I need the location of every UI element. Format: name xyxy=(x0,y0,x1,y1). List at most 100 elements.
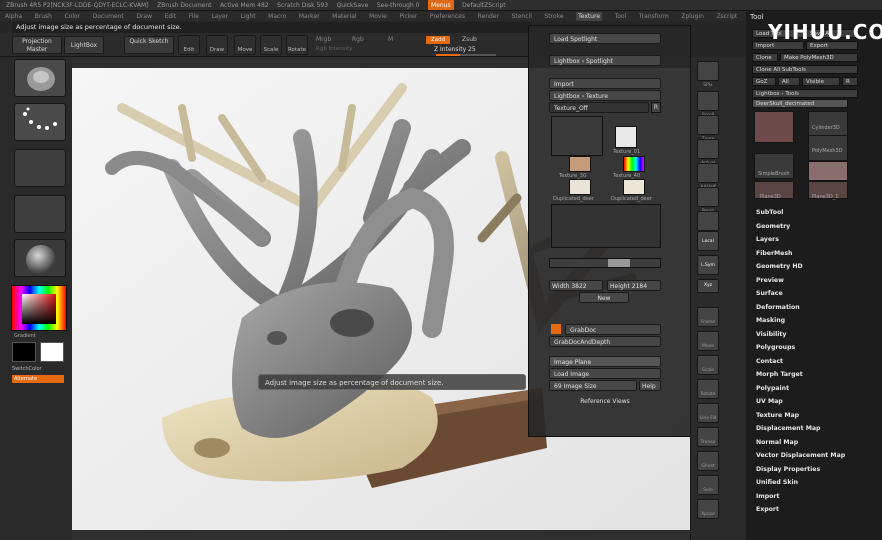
scale-button[interactable]: Scale xyxy=(260,35,282,55)
menu-file[interactable]: File xyxy=(189,12,199,21)
goz-all-button[interactable]: All xyxy=(778,77,800,86)
texture-map-menu[interactable]: Texture Map xyxy=(756,412,799,419)
goz-button[interactable]: GoZ xyxy=(752,77,776,86)
fibermesh-menu[interactable]: FiberMesh xyxy=(756,250,792,257)
texture-tile-deer-a[interactable] xyxy=(569,179,591,195)
lightbox-tools-button[interactable]: Lightbox › Tools xyxy=(752,89,858,98)
projection-master-button[interactable]: Projection Master xyxy=(12,36,62,54)
texture-tile-01[interactable] xyxy=(615,126,637,148)
menu-render[interactable]: Render xyxy=(478,12,499,21)
z-intensity-slider[interactable]: Z Intensity 25 xyxy=(434,46,476,53)
current-tool-selector[interactable]: DeerSkull_decimated xyxy=(752,99,848,108)
menu-transform[interactable]: Transform xyxy=(639,12,669,21)
default-zscript-button[interactable]: DefaultZScript xyxy=(462,0,505,10)
aahalf-button[interactable] xyxy=(697,163,719,183)
m-toggle[interactable]: M xyxy=(388,36,393,43)
visibility-menu[interactable]: Visibility xyxy=(756,331,786,338)
menu-layer[interactable]: Layer xyxy=(211,12,228,21)
texture-import-button[interactable]: Import xyxy=(549,78,661,89)
clone-button[interactable]: Clone xyxy=(752,53,778,62)
floor-button[interactable] xyxy=(697,211,719,231)
panel-slider-thumb[interactable] xyxy=(608,259,630,267)
menus-button[interactable]: Menus xyxy=(428,0,454,10)
tool-tile-deerskull-2[interactable] xyxy=(808,161,848,181)
menu-marker[interactable]: Marker xyxy=(299,12,320,21)
menu-document[interactable]: Document xyxy=(93,12,124,21)
alpha-thumbnail[interactable] xyxy=(14,149,66,187)
zoom-button[interactable] xyxy=(697,115,719,135)
reference-views-button[interactable]: Reference Views xyxy=(549,396,661,407)
quicksave-button[interactable]: QuickSave xyxy=(337,0,369,10)
scroll-button[interactable] xyxy=(697,91,719,111)
help-button[interactable]: Help xyxy=(639,380,661,391)
width-field[interactable]: Width 3822 xyxy=(549,280,603,291)
move-button[interactable]: Move xyxy=(234,35,256,55)
unified-skin-menu[interactable]: Unified Skin xyxy=(756,479,798,486)
texture-tile-deer-b[interactable] xyxy=(623,179,645,195)
menu-draw[interactable]: Draw xyxy=(136,12,152,21)
grabdoc-button[interactable]: GrabDoc xyxy=(565,324,661,335)
deformation-menu[interactable]: Deformation xyxy=(756,304,800,311)
zsub-toggle[interactable]: Zsub xyxy=(462,36,477,43)
persp-button[interactable] xyxy=(697,187,719,207)
edit-button[interactable]: Edit xyxy=(178,35,200,55)
panel-slider[interactable] xyxy=(549,258,661,268)
display-properties-menu[interactable]: Display Properties xyxy=(756,466,820,473)
menu-stroke[interactable]: Stroke xyxy=(544,12,563,21)
menu-movie[interactable]: Movie xyxy=(369,12,387,21)
import-menu[interactable]: Import xyxy=(756,493,779,500)
lightbox-button[interactable]: LightBox xyxy=(64,36,104,54)
texture-tile-25[interactable] xyxy=(623,156,645,172)
preview-menu[interactable]: Preview xyxy=(756,277,784,284)
rgb-toggle[interactable]: Rgb xyxy=(352,36,364,43)
rotate-button[interactable]: Rotate xyxy=(286,35,308,55)
grabdoc-depth-button[interactable]: GrabDocAndDepth xyxy=(549,336,661,347)
load-image-button[interactable]: Load Image xyxy=(549,368,661,379)
subtool-menu[interactable]: SubTool xyxy=(756,209,783,216)
surface-menu[interactable]: Surface xyxy=(756,290,783,297)
menu-zplugin[interactable]: Zplugin xyxy=(681,12,704,21)
texture-tile-30[interactable] xyxy=(569,156,591,172)
uv-map-menu[interactable]: UV Map xyxy=(756,398,783,405)
spix-button[interactable] xyxy=(697,61,719,81)
color-picker[interactable] xyxy=(11,285,67,331)
tool-tile-deerskull[interactable] xyxy=(754,111,794,143)
menu-material[interactable]: Material xyxy=(332,12,356,21)
menu-tool[interactable]: Tool xyxy=(615,12,627,21)
polygroups-menu[interactable]: Polygroups xyxy=(756,344,795,351)
menu-preferences[interactable]: Preferences xyxy=(430,12,465,21)
morph-target-menu[interactable]: Morph Target xyxy=(756,371,803,378)
tool-tile-cylinder3d[interactable] xyxy=(808,111,848,137)
clone-all-subtools-button[interactable]: Clone All SubTools xyxy=(752,65,858,74)
zadd-toggle[interactable]: Zadd xyxy=(426,36,450,44)
image-plane-header[interactable]: Image Plane xyxy=(549,356,661,367)
geometry-hd-menu[interactable]: Geometry HD xyxy=(756,263,803,270)
brush-thumbnail[interactable] xyxy=(14,59,66,97)
seethrough-slider[interactable]: See-through 0 xyxy=(377,0,420,10)
menu-macro[interactable]: Macro xyxy=(268,12,286,21)
mrgb-toggle[interactable]: Mrgb xyxy=(316,36,331,43)
height-field[interactable]: Height 2184 xyxy=(607,280,661,291)
main-color-swatch[interactable] xyxy=(12,342,36,362)
texture-off-selector[interactable]: Texture_Off xyxy=(549,102,649,113)
menu-picker[interactable]: Picker xyxy=(399,12,417,21)
geometry-menu[interactable]: Geometry xyxy=(756,223,790,230)
normal-map-menu[interactable]: Normal Map xyxy=(756,439,798,446)
lightbox-spotlight-button[interactable]: Lightbox › Spotlight xyxy=(549,55,661,66)
lightbox-texture-button[interactable]: Lightbox › Texture xyxy=(549,90,661,101)
contact-menu[interactable]: Contact xyxy=(756,358,783,365)
menu-light[interactable]: Light xyxy=(241,12,256,21)
make-polymesh-button[interactable]: Make PolyMesh3D xyxy=(780,53,858,62)
material-thumbnail[interactable] xyxy=(14,239,66,277)
goz-r-button[interactable]: R xyxy=(842,77,858,86)
menu-edit[interactable]: Edit xyxy=(165,12,177,21)
menu-zscript[interactable]: Zscript xyxy=(716,12,737,21)
stroke-thumbnail[interactable] xyxy=(14,103,66,141)
export-menu[interactable]: Export xyxy=(756,506,779,513)
rgb-intensity-slider[interactable]: Rgb Intensity xyxy=(316,46,353,52)
alternate-button[interactable]: Alternate xyxy=(12,375,64,383)
displacement-map-menu[interactable]: Displacement Map xyxy=(756,425,820,432)
texture-thumbnail[interactable] xyxy=(14,195,66,233)
switch-color-button[interactable]: SwitchColor xyxy=(12,366,42,372)
secondary-color-swatch[interactable] xyxy=(40,342,64,362)
